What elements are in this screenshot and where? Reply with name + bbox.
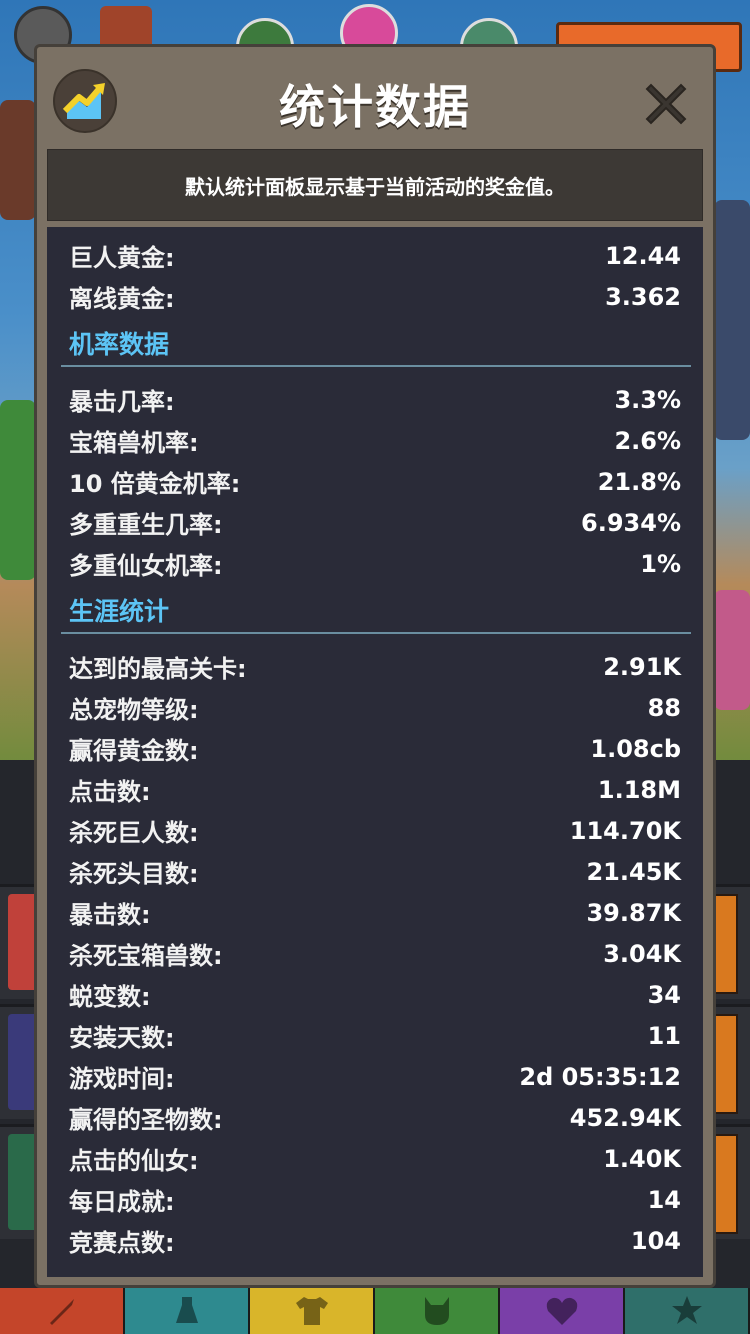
- stat-row: 暴击数: 39.87K: [69, 892, 681, 933]
- hero-sprite: [0, 400, 36, 580]
- stat-row: 赢得的圣物数: 452.94K: [69, 1097, 681, 1138]
- stat-label: 游戏时间:: [69, 1065, 175, 1093]
- stat-label: 10 倍黄金机率:: [69, 470, 241, 498]
- stat-row: 蜕变数: 34: [69, 974, 681, 1015]
- stat-row: 10 倍黄金机率: 21.8%: [69, 461, 681, 502]
- stat-value: 21.8%: [597, 467, 681, 496]
- pet-icon: [424, 1297, 449, 1325]
- stat-value: 452.94K: [569, 1103, 681, 1132]
- close-button[interactable]: [637, 75, 695, 133]
- stat-row: 点击的仙女: 1.40K: [69, 1138, 681, 1179]
- stat-value: 6.934%: [581, 508, 681, 537]
- stat-label: 杀死头目数:: [69, 860, 199, 888]
- stat-value: 88: [647, 693, 681, 722]
- stat-value: 21.45K: [586, 857, 681, 886]
- stat-label: 总宠物等级:: [69, 696, 199, 724]
- stat-label: 安装天数:: [69, 1024, 175, 1052]
- tab-sword[interactable]: [0, 1288, 125, 1334]
- stat-row: 点击数: 1.18M: [69, 769, 681, 810]
- stat-row: 总宠物等级: 88: [69, 687, 681, 728]
- stat-value: 14: [647, 1185, 681, 1214]
- stat-row: 离线黄金: 3.362: [69, 276, 681, 317]
- stat-value: 39.87K: [586, 898, 681, 927]
- stat-label: 竞赛点数:: [69, 1229, 175, 1257]
- enemy-sprite: [714, 200, 750, 440]
- stat-row: 每日成就: 14: [69, 1179, 681, 1220]
- stat-label: 赢得的圣物数:: [69, 1106, 223, 1134]
- stat-label: 巨人黄金:: [69, 244, 175, 272]
- stats-panel[interactable]: 巨人黄金: 12.44 离线黄金: 3.362 机率数据 暴击几率: 3.3% 宝…: [47, 227, 703, 1277]
- section-divider: [61, 365, 691, 367]
- stat-row: 宝箱兽机率: 2.6%: [69, 420, 681, 461]
- section-title: 生涯统计: [69, 597, 170, 626]
- stat-label: 暴击数:: [69, 901, 151, 929]
- stat-row: 暴击几率: 3.3%: [69, 379, 681, 420]
- section-title: 机率数据: [69, 330, 170, 359]
- stat-label: 多重重生几率:: [69, 511, 223, 539]
- stat-label: 达到的最高关卡:: [69, 655, 247, 683]
- stat-value: 3.3%: [614, 385, 681, 414]
- shirt-icon: [295, 1297, 328, 1325]
- stat-label: 每日成就:: [69, 1188, 175, 1216]
- section-header-probability: 机率数据: [61, 319, 691, 371]
- tab-pet[interactable]: [375, 1288, 500, 1334]
- stat-value: 2.91K: [603, 652, 681, 681]
- stat-row: 杀死巨人数: 114.70K: [69, 810, 681, 851]
- stat-value: 3.04K: [603, 939, 681, 968]
- description-text: 默认统计面板显示基于当前活动的奖金值。: [185, 174, 565, 199]
- stat-row: 多重重生几率: 6.934%: [69, 502, 681, 543]
- stat-value: 1.40K: [603, 1144, 681, 1173]
- enemy-sprite: [714, 590, 750, 710]
- stat-value: 1%: [640, 549, 681, 578]
- tab-flask[interactable]: [125, 1288, 250, 1334]
- stat-label: 宝箱兽机率:: [69, 429, 199, 457]
- description-bar: 默认统计面板显示基于当前活动的奖金值。: [47, 149, 703, 221]
- bottom-tab-bar: [0, 1288, 750, 1334]
- heart-icon: [546, 1297, 577, 1325]
- stat-value: 1.08cb: [590, 734, 681, 763]
- stat-row: 达到的最高关卡: 2.91K: [69, 646, 681, 687]
- stat-value: 2.6%: [614, 426, 681, 455]
- stat-row: 竞赛点数: 104: [69, 1220, 681, 1261]
- stat-label: 杀死巨人数:: [69, 819, 199, 847]
- section-header-career: 生涯统计: [61, 586, 691, 638]
- section-divider: [61, 632, 691, 634]
- stat-label: 离线黄金:: [69, 285, 175, 313]
- hero-sprite: [0, 100, 36, 220]
- stat-row: 多重仙女机率: 1%: [69, 543, 681, 584]
- stat-value: 12.44: [605, 241, 681, 270]
- stat-row: 巨人黄金: 12.44: [69, 235, 681, 276]
- tab-shirt[interactable]: [250, 1288, 375, 1334]
- stat-value: 114.70K: [569, 816, 681, 845]
- stat-row: 赢得黄金数: 1.08cb: [69, 728, 681, 769]
- stat-label: 点击的仙女:: [69, 1147, 199, 1175]
- dialog-title: 统计数据: [279, 80, 471, 134]
- tab-heart[interactable]: [500, 1288, 625, 1334]
- stat-label: 点击数:: [69, 778, 151, 806]
- stat-value: 3.362: [605, 282, 681, 311]
- stat-row: 杀死宝箱兽数: 3.04K: [69, 933, 681, 974]
- stat-label: 蜕变数:: [69, 983, 151, 1011]
- stat-value: 2d 05:35:12: [519, 1062, 681, 1091]
- flask-icon: [175, 1297, 198, 1323]
- stat-value: 11: [647, 1021, 681, 1050]
- stat-row: 安装天数: 11: [69, 1015, 681, 1056]
- stat-label: 赢得黄金数:: [69, 737, 199, 765]
- sword-icon: [49, 1299, 74, 1325]
- stat-value: 34: [647, 980, 681, 1009]
- star-icon: [671, 1296, 702, 1324]
- tab-star[interactable]: [625, 1288, 750, 1334]
- stat-label: 多重仙女机率:: [69, 552, 223, 580]
- stat-row: 杀死头目数: 21.45K: [69, 851, 681, 892]
- stat-value: 1.18M: [597, 775, 681, 804]
- statistics-dialog: 统计数据 默认统计面板显示基于当前活动的奖金值。 巨人黄金: 12.44 离线黄…: [34, 44, 716, 1288]
- stat-label: 暴击几率:: [69, 388, 175, 416]
- dialog-header: 统计数据: [37, 47, 713, 147]
- stat-row: 游戏时间: 2d 05:35:12: [69, 1056, 681, 1097]
- stat-value: 104: [630, 1226, 681, 1255]
- close-icon: [645, 83, 687, 125]
- stat-label: 杀死宝箱兽数:: [69, 942, 223, 970]
